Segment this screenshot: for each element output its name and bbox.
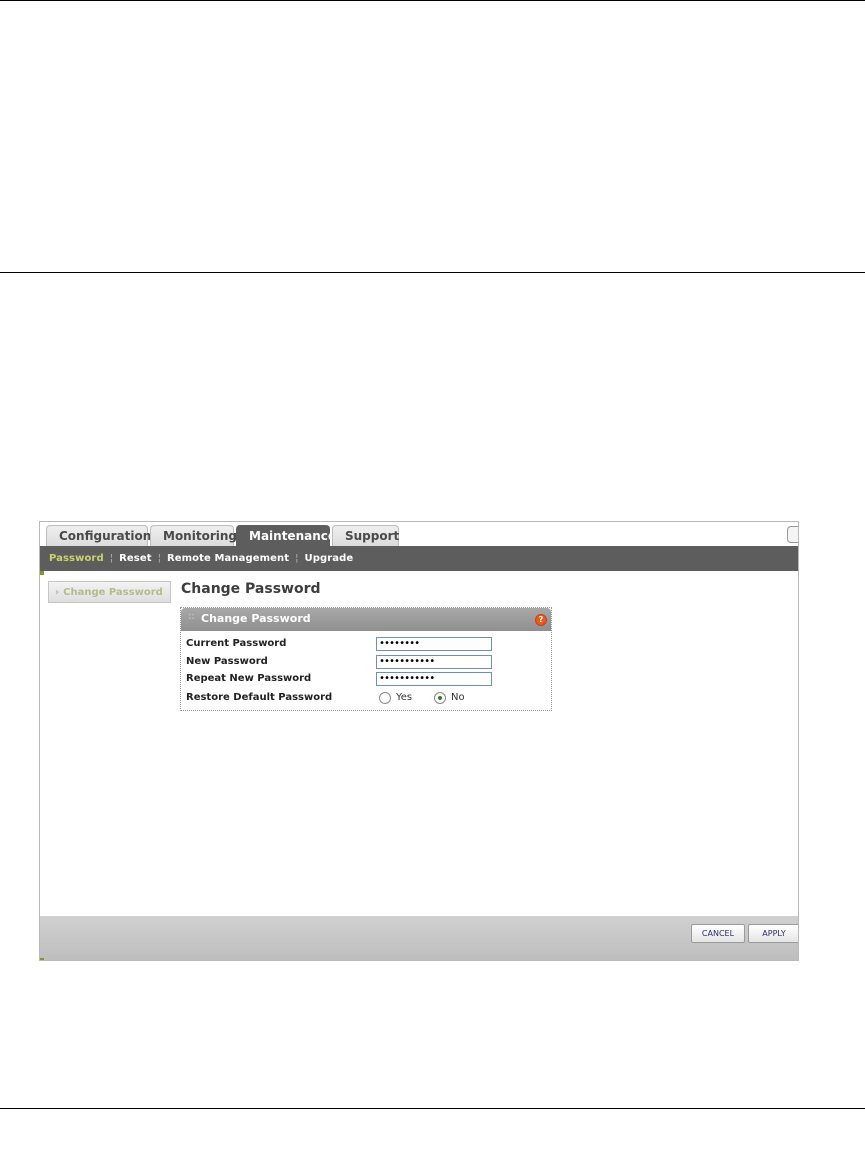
- tab-configuration[interactable]: Configuration: [46, 525, 151, 546]
- main-content: › Change Password Change Password :: Chan…: [40, 571, 798, 917]
- subnav-reset[interactable]: Reset: [119, 553, 152, 564]
- subnav-password[interactable]: Password: [49, 553, 104, 564]
- restore-default-row: Restore Default Password Yes No: [186, 691, 546, 707]
- panel-header: :: Change Password ?: [181, 608, 551, 631]
- help-icon[interactable]: ?: [535, 614, 547, 626]
- subnav-separator: ¦: [109, 553, 114, 564]
- apply-button[interactable]: APPLY: [748, 924, 798, 943]
- tab-monitoring[interactable]: Monitoring: [150, 525, 237, 546]
- cancel-button[interactable]: CANCEL: [691, 924, 745, 943]
- sidebar-item-change-password[interactable]: › Change Password: [48, 581, 171, 603]
- current-password-row: Current Password ••••••••: [186, 637, 546, 653]
- top-rule: [0, 0, 865, 1]
- restore-yes-radio[interactable]: [379, 692, 391, 704]
- page-title: Change Password: [181, 581, 321, 597]
- repeat-password-field[interactable]: •••••••••••: [376, 672, 492, 686]
- new-password-field[interactable]: •••••••••••: [376, 655, 492, 669]
- chevron-right-icon: ›: [55, 587, 60, 598]
- repeat-password-row: Repeat New Password •••••••••••: [186, 672, 546, 688]
- drag-grip-icon: ::: [188, 611, 195, 622]
- sub-navigation: Password ¦ Reset ¦ Remote Management ¦ U…: [40, 546, 798, 571]
- current-password-field[interactable]: ••••••••: [376, 637, 492, 651]
- restore-no-label: No: [451, 692, 465, 703]
- sidebar-item-label: Change Password: [63, 587, 163, 598]
- subnav-remote-management[interactable]: Remote Management: [167, 553, 289, 564]
- tab-support[interactable]: Support: [332, 525, 399, 546]
- subnav-upgrade[interactable]: Upgrade: [304, 553, 353, 564]
- new-password-row: New Password •••••••••••: [186, 655, 546, 671]
- subnav-separator: ¦: [157, 553, 161, 564]
- router-admin-window: Configuration Monitoring Maintenance Sup…: [39, 521, 799, 961]
- corner-marker: [40, 571, 44, 575]
- bottom-rule: [0, 1108, 865, 1109]
- current-password-label: Current Password: [186, 638, 287, 649]
- new-password-label: New Password: [186, 656, 268, 667]
- restore-yes-label: Yes: [396, 692, 413, 703]
- restore-no-radio[interactable]: [434, 692, 446, 704]
- panel-title: Change Password: [201, 612, 311, 625]
- change-password-panel: :: Change Password ? Current Password ••…: [180, 607, 552, 711]
- action-footer: CANCEL APPLY: [40, 916, 798, 960]
- subnav-separator: ¦: [295, 553, 299, 564]
- tab-maintenance[interactable]: Maintenance: [236, 525, 336, 546]
- repeat-password-label: Repeat New Password: [186, 673, 312, 684]
- section-rule: [0, 272, 865, 273]
- logout-tab-edge[interactable]: [787, 526, 798, 543]
- restore-default-label: Restore Default Password: [186, 692, 333, 703]
- corner-marker: [40, 958, 44, 960]
- tab-bar: Configuration Monitoring Maintenance Sup…: [40, 522, 798, 546]
